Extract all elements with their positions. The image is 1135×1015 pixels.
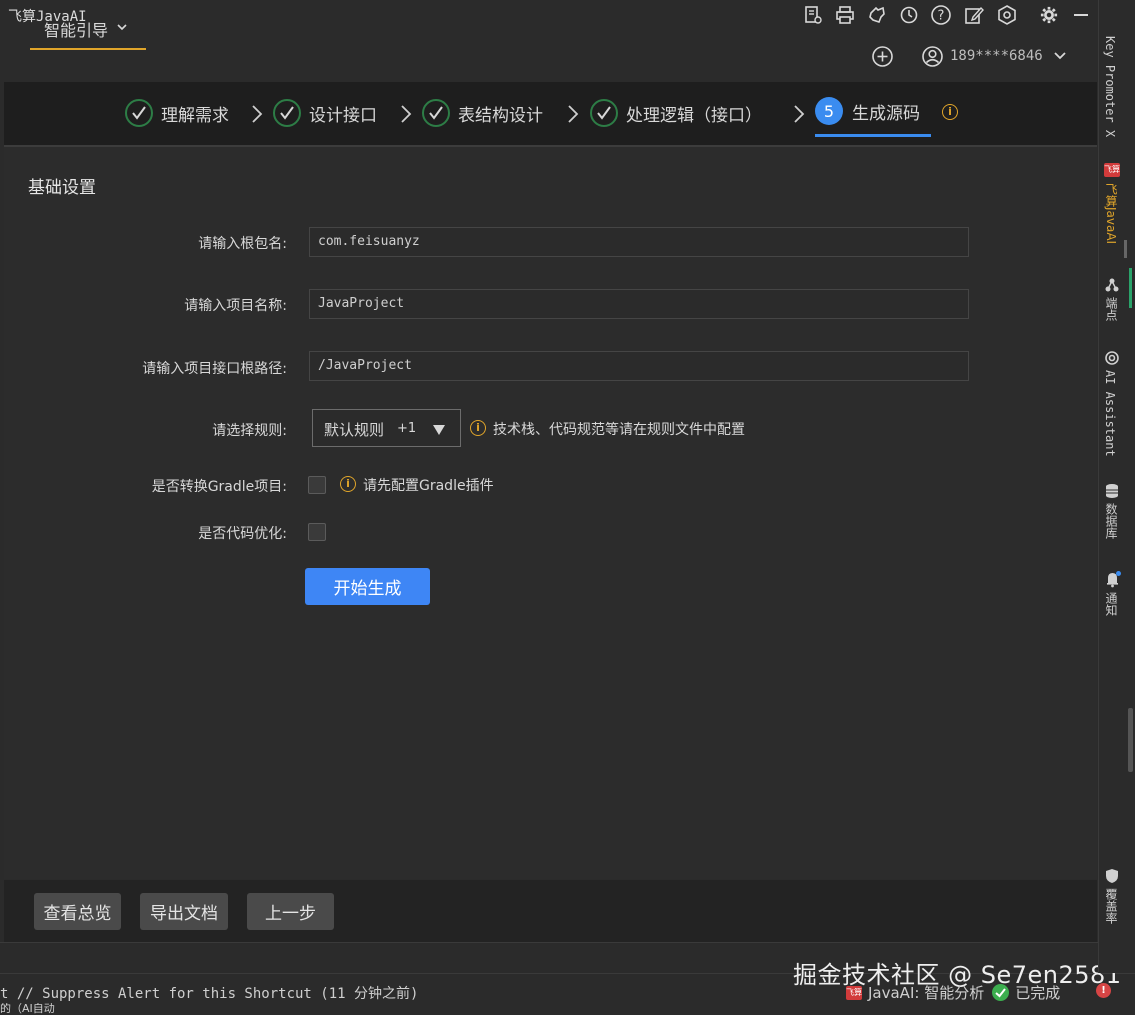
step-info-icon[interactable]: i	[942, 104, 958, 120]
step-label: 处理逻辑（接口）	[626, 105, 762, 126]
status-cut-line: 的（AI自动	[0, 1003, 55, 1014]
tab-label: 智能引导	[44, 21, 109, 40]
optimize-checkbox[interactable]	[308, 523, 326, 541]
plugin-status[interactable]: 飞算 JavaAI: 智能分析 已完成	[846, 982, 1060, 1003]
sidebar-key-promoter[interactable]: Key Promoter X	[1103, 36, 1117, 137]
printer-icon[interactable]	[834, 4, 856, 26]
view-overview-button[interactable]: 查看总览	[34, 893, 121, 930]
gradle-label: 是否转换Gradle项目:	[151, 479, 287, 495]
document-settings-icon[interactable]	[802, 4, 824, 26]
export-document-button[interactable]: 导出文档	[140, 893, 228, 930]
start-generate-button[interactable]: 开始生成	[305, 568, 430, 605]
chevron-right-icon	[567, 104, 579, 128]
sidebar-active-indicator	[1124, 240, 1127, 258]
gradle-info-icon: i	[340, 476, 356, 492]
active-step-underline	[815, 134, 931, 137]
rule-info-icon: i	[470, 420, 486, 436]
check-icon	[273, 99, 301, 127]
chevron-right-icon	[251, 104, 263, 128]
coverage-shield-icon	[1105, 868, 1119, 888]
step-understand-requirements[interactable]: 理解需求	[125, 96, 229, 130]
optimize-label: 是否代码优化:	[198, 526, 287, 542]
progress-stepper: 理解需求 设计接口 表结构设计 处理逻辑（接口） 5 生成源码 i	[4, 82, 1097, 147]
step-label: 表结构设计	[458, 105, 543, 126]
minimize-icon[interactable]	[1070, 4, 1092, 26]
step-label: 理解需求	[161, 105, 229, 126]
previous-step-button[interactable]: 上一步	[247, 893, 334, 930]
rule-hint: 技术栈、代码规范等请在规则文件中配置	[493, 422, 745, 438]
rule-select[interactable]: 默认规则 +1	[312, 409, 461, 447]
chevron-right-icon	[400, 104, 412, 128]
section-title: 基础设置	[28, 178, 96, 198]
interface-path-label: 请输入项目接口根路径:	[142, 361, 287, 377]
endpoints-icon	[1104, 277, 1120, 297]
database-icon	[1104, 483, 1120, 503]
check-icon	[590, 99, 618, 127]
feisuan-badge-icon: 飞算	[846, 985, 862, 1000]
add-icon[interactable]	[871, 45, 894, 72]
check-icon	[422, 99, 450, 127]
status-message[interactable]: t // Suppress Alert for this Shortcut (1…	[0, 983, 418, 1003]
notification-bell-icon	[1104, 570, 1122, 592]
sidebar-database[interactable]: 数据库	[1103, 503, 1120, 539]
account-chevron-down-icon[interactable]	[1053, 50, 1067, 66]
chevron-down-icon	[116, 18, 128, 37]
check-circle-icon	[992, 984, 1010, 1001]
gear-icon[interactable]	[1038, 4, 1060, 26]
package-label: 请输入根包名:	[198, 236, 287, 252]
check-icon	[125, 99, 153, 127]
sidebar-notifications[interactable]: 通知	[1103, 592, 1120, 616]
account-phone[interactable]: 189****6846	[950, 48, 1043, 64]
plugin-status-text: JavaAI: 智能分析	[868, 984, 985, 1002]
plugin-icon[interactable]	[866, 4, 888, 26]
done-text: 已完成	[1015, 984, 1061, 1002]
sidebar-coverage[interactable]: 覆盖率	[1103, 888, 1120, 924]
sidebar-endpoints[interactable]: 端点	[1103, 297, 1120, 321]
sidebar-ai-assistant[interactable]: AI Assistant	[1103, 370, 1117, 457]
gradle-hint: 请先配置Gradle插件	[363, 478, 494, 494]
history-icon[interactable]	[898, 4, 920, 26]
step-generate-source[interactable]: 5 生成源码	[815, 94, 920, 128]
step-label: 生成源码	[852, 103, 920, 124]
interface-path-input[interactable]: /JavaProject	[309, 351, 969, 381]
tab-smart-guide[interactable]: 智能引导	[30, 14, 146, 50]
sidebar-scrollbar[interactable]	[1128, 708, 1133, 772]
svg-text:?: ?	[938, 9, 945, 24]
project-name-input[interactable]: JavaProject	[309, 289, 969, 319]
ai-assistant-icon	[1104, 350, 1120, 370]
step-label: 设计接口	[309, 105, 377, 126]
edit-icon[interactable]	[963, 4, 985, 26]
hexagon-settings-icon[interactable]	[996, 4, 1018, 26]
dropdown-arrow-icon	[433, 422, 445, 440]
package-input[interactable]: com.feisuanyz	[309, 227, 969, 257]
chevron-right-icon	[793, 104, 805, 128]
step-number: 5	[815, 97, 843, 125]
rule-extra-count: +1	[397, 421, 417, 436]
project-name-label: 请输入项目名称:	[184, 298, 287, 314]
step-processing-logic[interactable]: 处理逻辑（接口）	[590, 96, 762, 130]
help-icon[interactable]: ?	[930, 4, 952, 26]
gradle-checkbox[interactable]	[308, 476, 326, 494]
sidebar-feisuan-javaai[interactable]: 飞算JavaAI	[1103, 183, 1120, 244]
user-avatar-icon[interactable]	[921, 45, 944, 72]
tab-underline	[30, 48, 146, 50]
rule-selected-value: 默认规则	[324, 421, 385, 439]
step-table-design[interactable]: 表结构设计	[422, 96, 543, 130]
step-design-interface[interactable]: 设计接口	[273, 96, 377, 130]
sidebar-scroll-indicator	[1129, 268, 1132, 308]
error-indicator-icon[interactable]: !	[1096, 983, 1111, 998]
feisuan-logo-icon: 飞算	[1104, 163, 1120, 177]
rule-label: 请选择规则:	[212, 423, 287, 439]
